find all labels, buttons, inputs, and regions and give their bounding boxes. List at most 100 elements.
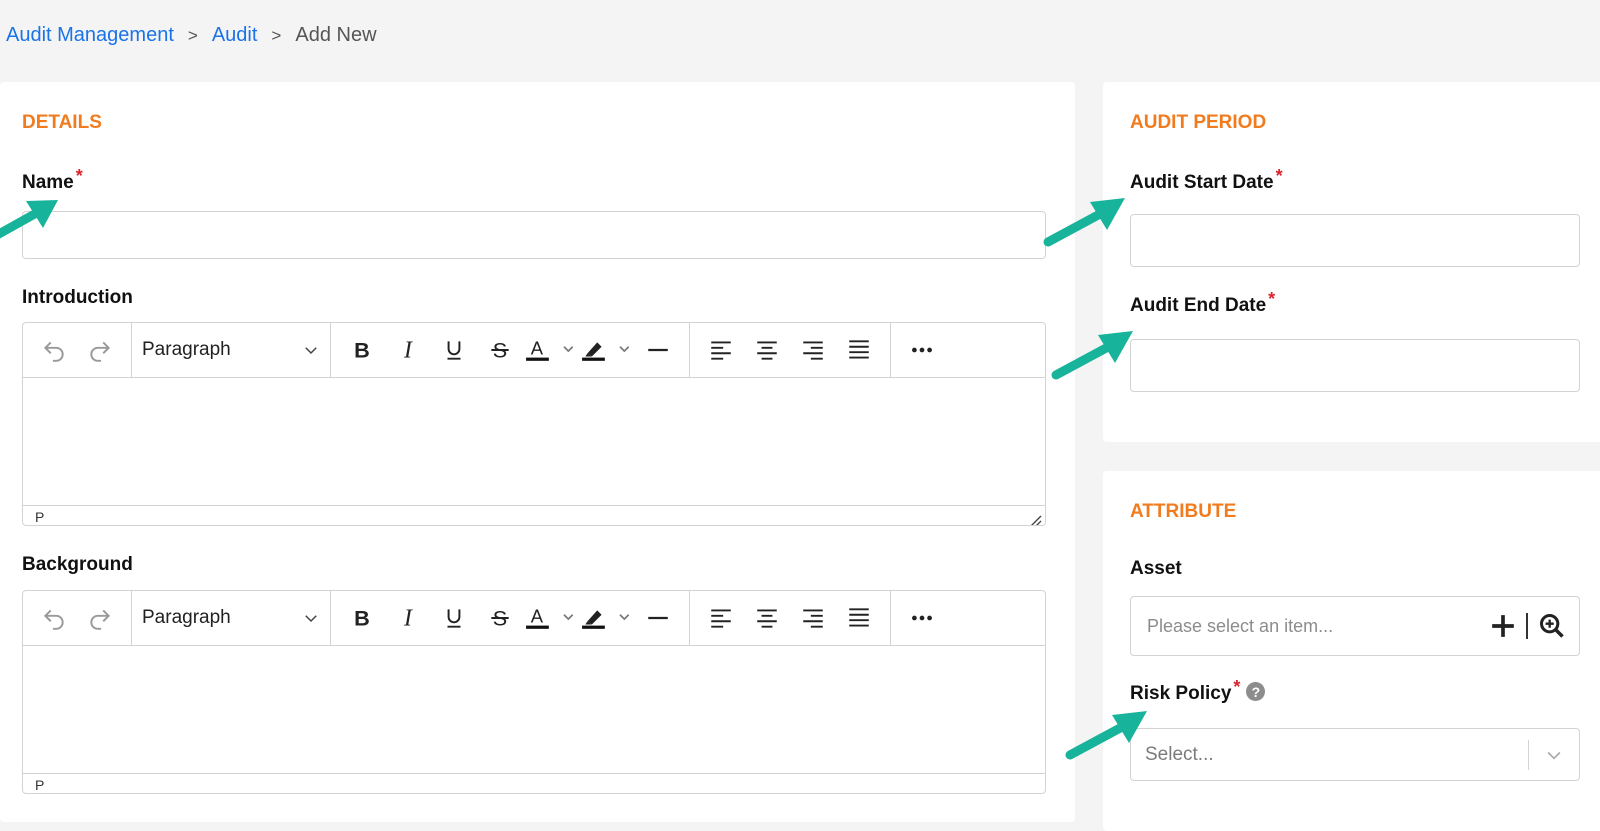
asset-picker-actions [1490, 596, 1566, 656]
strikethrough-icon[interactable]: S [477, 330, 523, 370]
chevron-down-icon[interactable] [1529, 745, 1579, 765]
block-group: Paragraph [132, 591, 331, 645]
required-marker: * [1233, 677, 1241, 697]
editor-statusbar: P [23, 505, 1045, 526]
align-left-icon[interactable] [698, 598, 744, 638]
editor-toolbar: Paragraph B I S A [23, 323, 1045, 378]
underline-icon[interactable] [431, 598, 477, 638]
resize-handle-icon[interactable] [1028, 513, 1042, 526]
format-group: B I S A [331, 591, 690, 645]
name-label-text: Name [22, 172, 74, 193]
editor-statusbar: P [23, 773, 1045, 793]
risk-policy-value: Select... [1145, 743, 1214, 765]
introduction-editor: Paragraph B I S A P [22, 322, 1046, 526]
audit-end-date-label-text: Audit End Date [1130, 295, 1267, 316]
background-editor-body[interactable] [23, 646, 1045, 773]
breadcrumb-separator: > [271, 25, 282, 45]
block-format-value: Paragraph [142, 607, 231, 628]
details-section-title: DETAILS [22, 112, 102, 133]
justify-icon[interactable] [836, 598, 882, 638]
strikethrough-icon[interactable]: S [477, 598, 523, 638]
underline-icon[interactable] [431, 330, 477, 370]
background-label: Background [22, 554, 133, 575]
annotation-arrow-icon [1043, 198, 1125, 247]
audit-start-date-label: Audit Start Date * [1130, 166, 1283, 194]
align-left-icon[interactable] [698, 330, 744, 370]
highlight-icon[interactable] [579, 598, 635, 638]
bold-icon[interactable]: B [339, 330, 385, 370]
risk-policy-label-text: Risk Policy [1130, 683, 1232, 704]
name-input[interactable] [22, 211, 1046, 259]
justify-icon[interactable] [836, 330, 882, 370]
annotation-arrow-icon [1051, 331, 1133, 380]
more-group [891, 323, 953, 377]
breadcrumb-current: Add New [295, 24, 377, 46]
chevron-down-icon [305, 347, 317, 355]
annotation-arrow-icon [0, 200, 58, 239]
breadcrumb-audit-management-link[interactable]: Audit Management [6, 24, 174, 47]
align-right-icon[interactable] [790, 330, 836, 370]
breadcrumb-separator: > [187, 25, 198, 45]
highlight-icon[interactable] [579, 330, 635, 370]
breadcrumb: Audit Management > Audit > Add New [6, 24, 377, 47]
required-marker: * [75, 166, 83, 186]
annotation-arrow-icon [1065, 711, 1147, 760]
asset-label: Asset [1130, 558, 1182, 579]
block-group: Paragraph [132, 323, 331, 377]
format-group: B I S A [331, 323, 690, 377]
svg-text:A: A [531, 605, 544, 626]
redo-icon[interactable] [77, 330, 123, 370]
more-icon[interactable] [899, 598, 945, 638]
add-icon[interactable] [1490, 613, 1516, 639]
svg-text:B: B [354, 606, 370, 631]
element-path[interactable]: P [35, 777, 44, 793]
italic-icon[interactable]: I [385, 598, 431, 638]
editor-toolbar: Paragraph B I S A [23, 591, 1045, 646]
audit-end-date-input[interactable] [1130, 339, 1580, 392]
more-group [891, 591, 953, 645]
risk-policy-label: Risk Policy *? [1130, 677, 1266, 705]
help-icon[interactable]: ? [1246, 682, 1266, 702]
block-format-select[interactable]: Paragraph [132, 339, 330, 361]
history-group [23, 323, 132, 377]
align-group [690, 323, 891, 377]
italic-icon[interactable]: I [385, 330, 431, 370]
asset-picker [1130, 596, 1580, 656]
attribute-section-title: ATTRIBUTE [1130, 501, 1237, 522]
breadcrumb-audit-link[interactable]: Audit [212, 24, 258, 47]
align-center-icon[interactable] [744, 598, 790, 638]
introduction-label: Introduction [22, 287, 133, 308]
text-color-icon[interactable]: A [523, 598, 579, 638]
block-format-value: Paragraph [142, 339, 231, 360]
name-label: Name * [22, 166, 83, 194]
attribute-card: ATTRIBUTE Asset Risk Policy*? Select... [1103, 471, 1600, 831]
background-editor: Paragraph B I S A P [22, 590, 1046, 794]
audit-start-date-label-text: Audit Start Date [1130, 172, 1274, 193]
horizontal-line-icon[interactable] [635, 598, 681, 638]
audit-period-card: AUDIT PERIOD Audit Start Date * Audit End… [1103, 82, 1600, 442]
audit-end-date-label: Audit End Date * [1130, 289, 1275, 317]
risk-policy-select[interactable]: Select... [1130, 728, 1580, 781]
history-group [23, 591, 132, 645]
horizontal-line-icon[interactable] [635, 330, 681, 370]
align-group [690, 591, 891, 645]
svg-text:A: A [531, 337, 544, 358]
align-center-icon[interactable] [744, 330, 790, 370]
bold-icon[interactable]: B [339, 598, 385, 638]
audit-start-date-input[interactable] [1130, 214, 1580, 267]
svg-text:B: B [354, 338, 370, 363]
redo-icon[interactable] [77, 598, 123, 638]
text-color-icon[interactable]: A [523, 330, 579, 370]
picker-divider [1526, 613, 1528, 639]
align-right-icon[interactable] [790, 598, 836, 638]
undo-icon[interactable] [31, 330, 77, 370]
block-format-select[interactable]: Paragraph [132, 607, 330, 629]
introduction-editor-body[interactable] [23, 378, 1045, 505]
details-card: DETAILS Name * Introduction Paragraph B I… [0, 82, 1075, 822]
zoom-search-icon[interactable] [1538, 612, 1566, 640]
chevron-down-icon [305, 615, 317, 623]
more-icon[interactable] [899, 330, 945, 370]
undo-icon[interactable] [31, 598, 77, 638]
svg-text:I: I [403, 338, 413, 363]
element-path[interactable]: P [35, 509, 44, 525]
